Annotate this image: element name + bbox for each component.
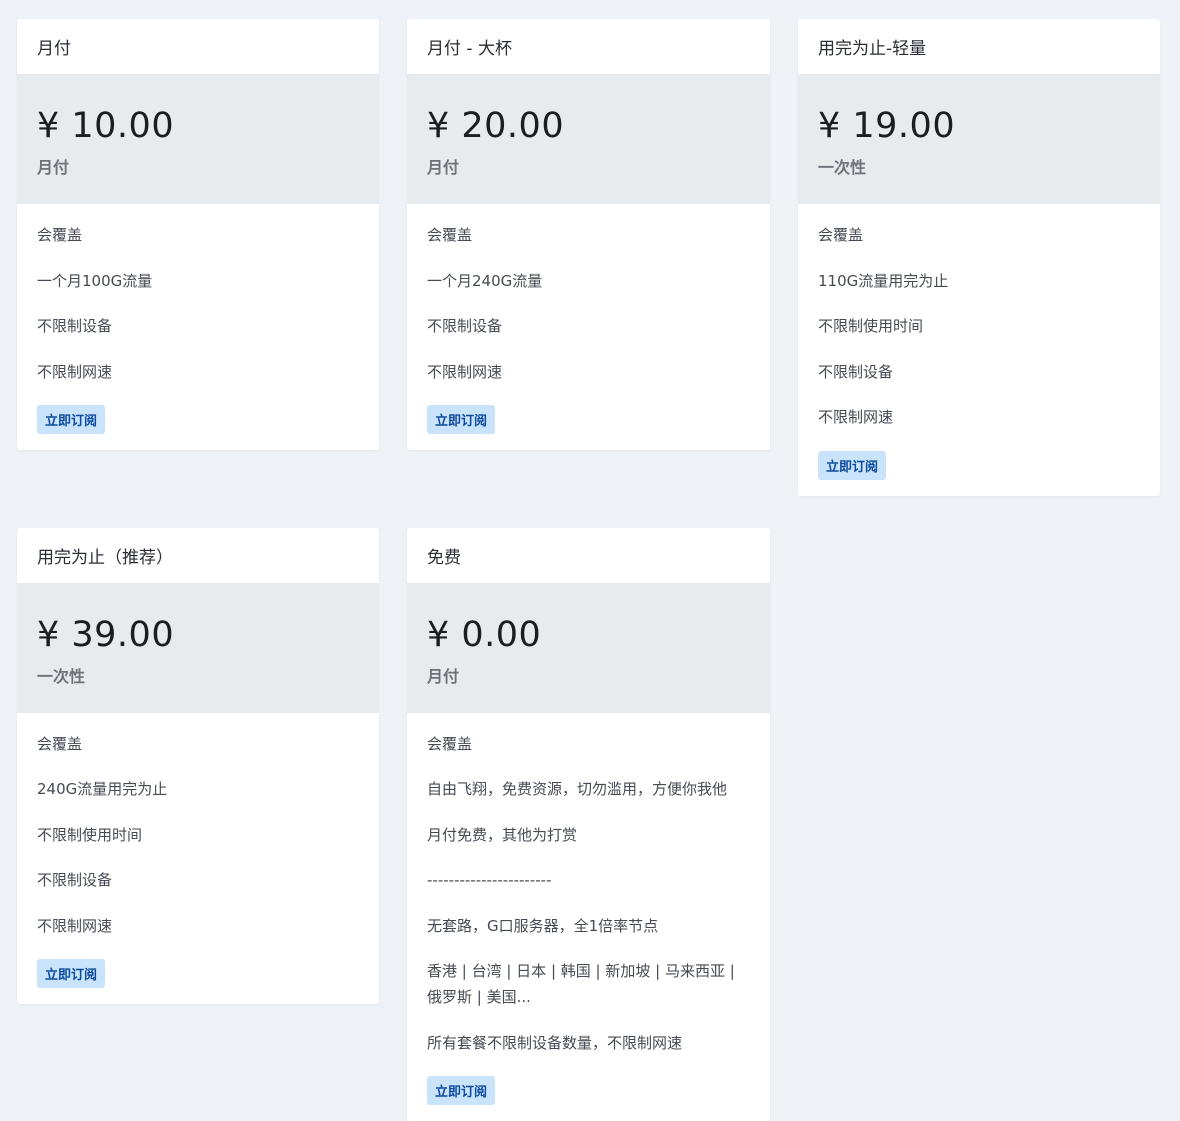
feature-item: 不限制网速 [427,359,750,385]
feature-item: 会覆盖 [818,222,1140,248]
feature-item: 不限制网速 [818,404,1140,430]
subscribe-button[interactable]: 立即订阅 [427,405,495,434]
plan-name: 月付 [17,19,379,74]
feature-item: 月付免费，其他为打赏 [427,822,750,848]
billing-cycle: 一次性 [818,154,866,178]
feature-item: 会覆盖 [37,222,359,248]
feature-item: ----------------------- [427,867,750,893]
feature-item: 240G流量用完为止 [37,776,359,802]
plan-price: ¥ 10.00 [37,106,174,146]
price-block: ¥ 10.00 月付 [17,74,379,204]
feature-item: 一个月100G流量 [37,268,359,294]
plan-card-recommended: 用完为止（推荐） ¥ 39.00 一次性 会覆盖 240G流量用完为止 不限制使… [17,528,379,1005]
billing-cycle: 月付 [427,663,459,687]
plan-name: 用完为止（推荐） [17,528,379,583]
feature-item: 会覆盖 [37,731,359,757]
feature-item: 110G流量用完为止 [818,268,1140,294]
feature-item: 不限制设备 [427,313,750,339]
feature-item: 不限制使用时间 [818,313,1140,339]
subscribe-button[interactable]: 立即订阅 [818,451,886,480]
feature-item: 不限制设备 [37,867,359,893]
feature-item: 不限制设备 [818,359,1140,385]
plan-price: ¥ 0.00 [427,615,541,655]
price-block: ¥ 20.00 月付 [407,74,770,204]
plan-name: 免费 [407,528,770,583]
billing-cycle: 月付 [427,154,459,178]
billing-cycle: 月付 [37,154,69,178]
plan-name: 月付 - 大杯 [407,19,770,74]
subscribe-button[interactable]: 立即订阅 [427,1076,495,1105]
feature-item: 自由飞翔，免费资源，切勿滥用，方便你我他 [427,776,750,802]
plan-card-free: 免费 ¥ 0.00 月付 会覆盖 自由飞翔，免费资源，切勿滥用，方便你我他 月付… [407,528,770,1121]
plan-features: 会覆盖 110G流量用完为止 不限制使用时间 不限制设备 不限制网速 立即订阅 [798,204,1160,496]
plan-features: 会覆盖 自由飞翔，免费资源，切勿滥用，方便你我他 月付免费，其他为打赏 ----… [407,713,770,1121]
plan-name: 用完为止-轻量 [798,19,1160,74]
feature-item: 不限制网速 [37,913,359,939]
plan-card-monthly-large: 月付 - 大杯 ¥ 20.00 月付 会覆盖 一个月240G流量 不限制设备 不… [407,19,770,450]
feature-item: 会覆盖 [427,222,750,248]
plan-features: 会覆盖 一个月100G流量 不限制设备 不限制网速 立即订阅 [17,204,379,450]
feature-item: 不限制设备 [37,313,359,339]
feature-item: 一个月240G流量 [427,268,750,294]
feature-item: 不限制使用时间 [37,822,359,848]
plan-features: 会覆盖 240G流量用完为止 不限制使用时间 不限制设备 不限制网速 立即订阅 [17,713,379,1005]
feature-item: 所有套餐不限制设备数量，不限制网速 [427,1030,750,1056]
plan-card-light: 用完为止-轻量 ¥ 19.00 一次性 会覆盖 110G流量用完为止 不限制使用… [798,19,1160,496]
plan-price: ¥ 39.00 [37,615,174,655]
subscribe-button[interactable]: 立即订阅 [37,959,105,988]
plan-price: ¥ 19.00 [818,106,955,146]
feature-item: 无套路，G口服务器，全1倍率节点 [427,913,750,939]
plan-grid: 月付 ¥ 10.00 月付 会覆盖 一个月100G流量 不限制设备 不限制网速 … [17,19,1160,1121]
plan-card-monthly: 月付 ¥ 10.00 月付 会覆盖 一个月100G流量 不限制设备 不限制网速 … [17,19,379,450]
subscribe-button[interactable]: 立即订阅 [37,405,105,434]
price-block: ¥ 0.00 月付 [407,583,770,713]
feature-item: 不限制网速 [37,359,359,385]
feature-item: 香港 | 台湾 | 日本 | 韩国 | 新加坡 | 马来西亚 | 俄罗斯 | 美… [427,958,750,1010]
billing-cycle: 一次性 [37,663,85,687]
plan-price: ¥ 20.00 [427,106,564,146]
feature-item: 会覆盖 [427,731,750,757]
price-block: ¥ 19.00 一次性 [798,74,1160,204]
plan-features: 会覆盖 一个月240G流量 不限制设备 不限制网速 立即订阅 [407,204,770,450]
price-block: ¥ 39.00 一次性 [17,583,379,713]
